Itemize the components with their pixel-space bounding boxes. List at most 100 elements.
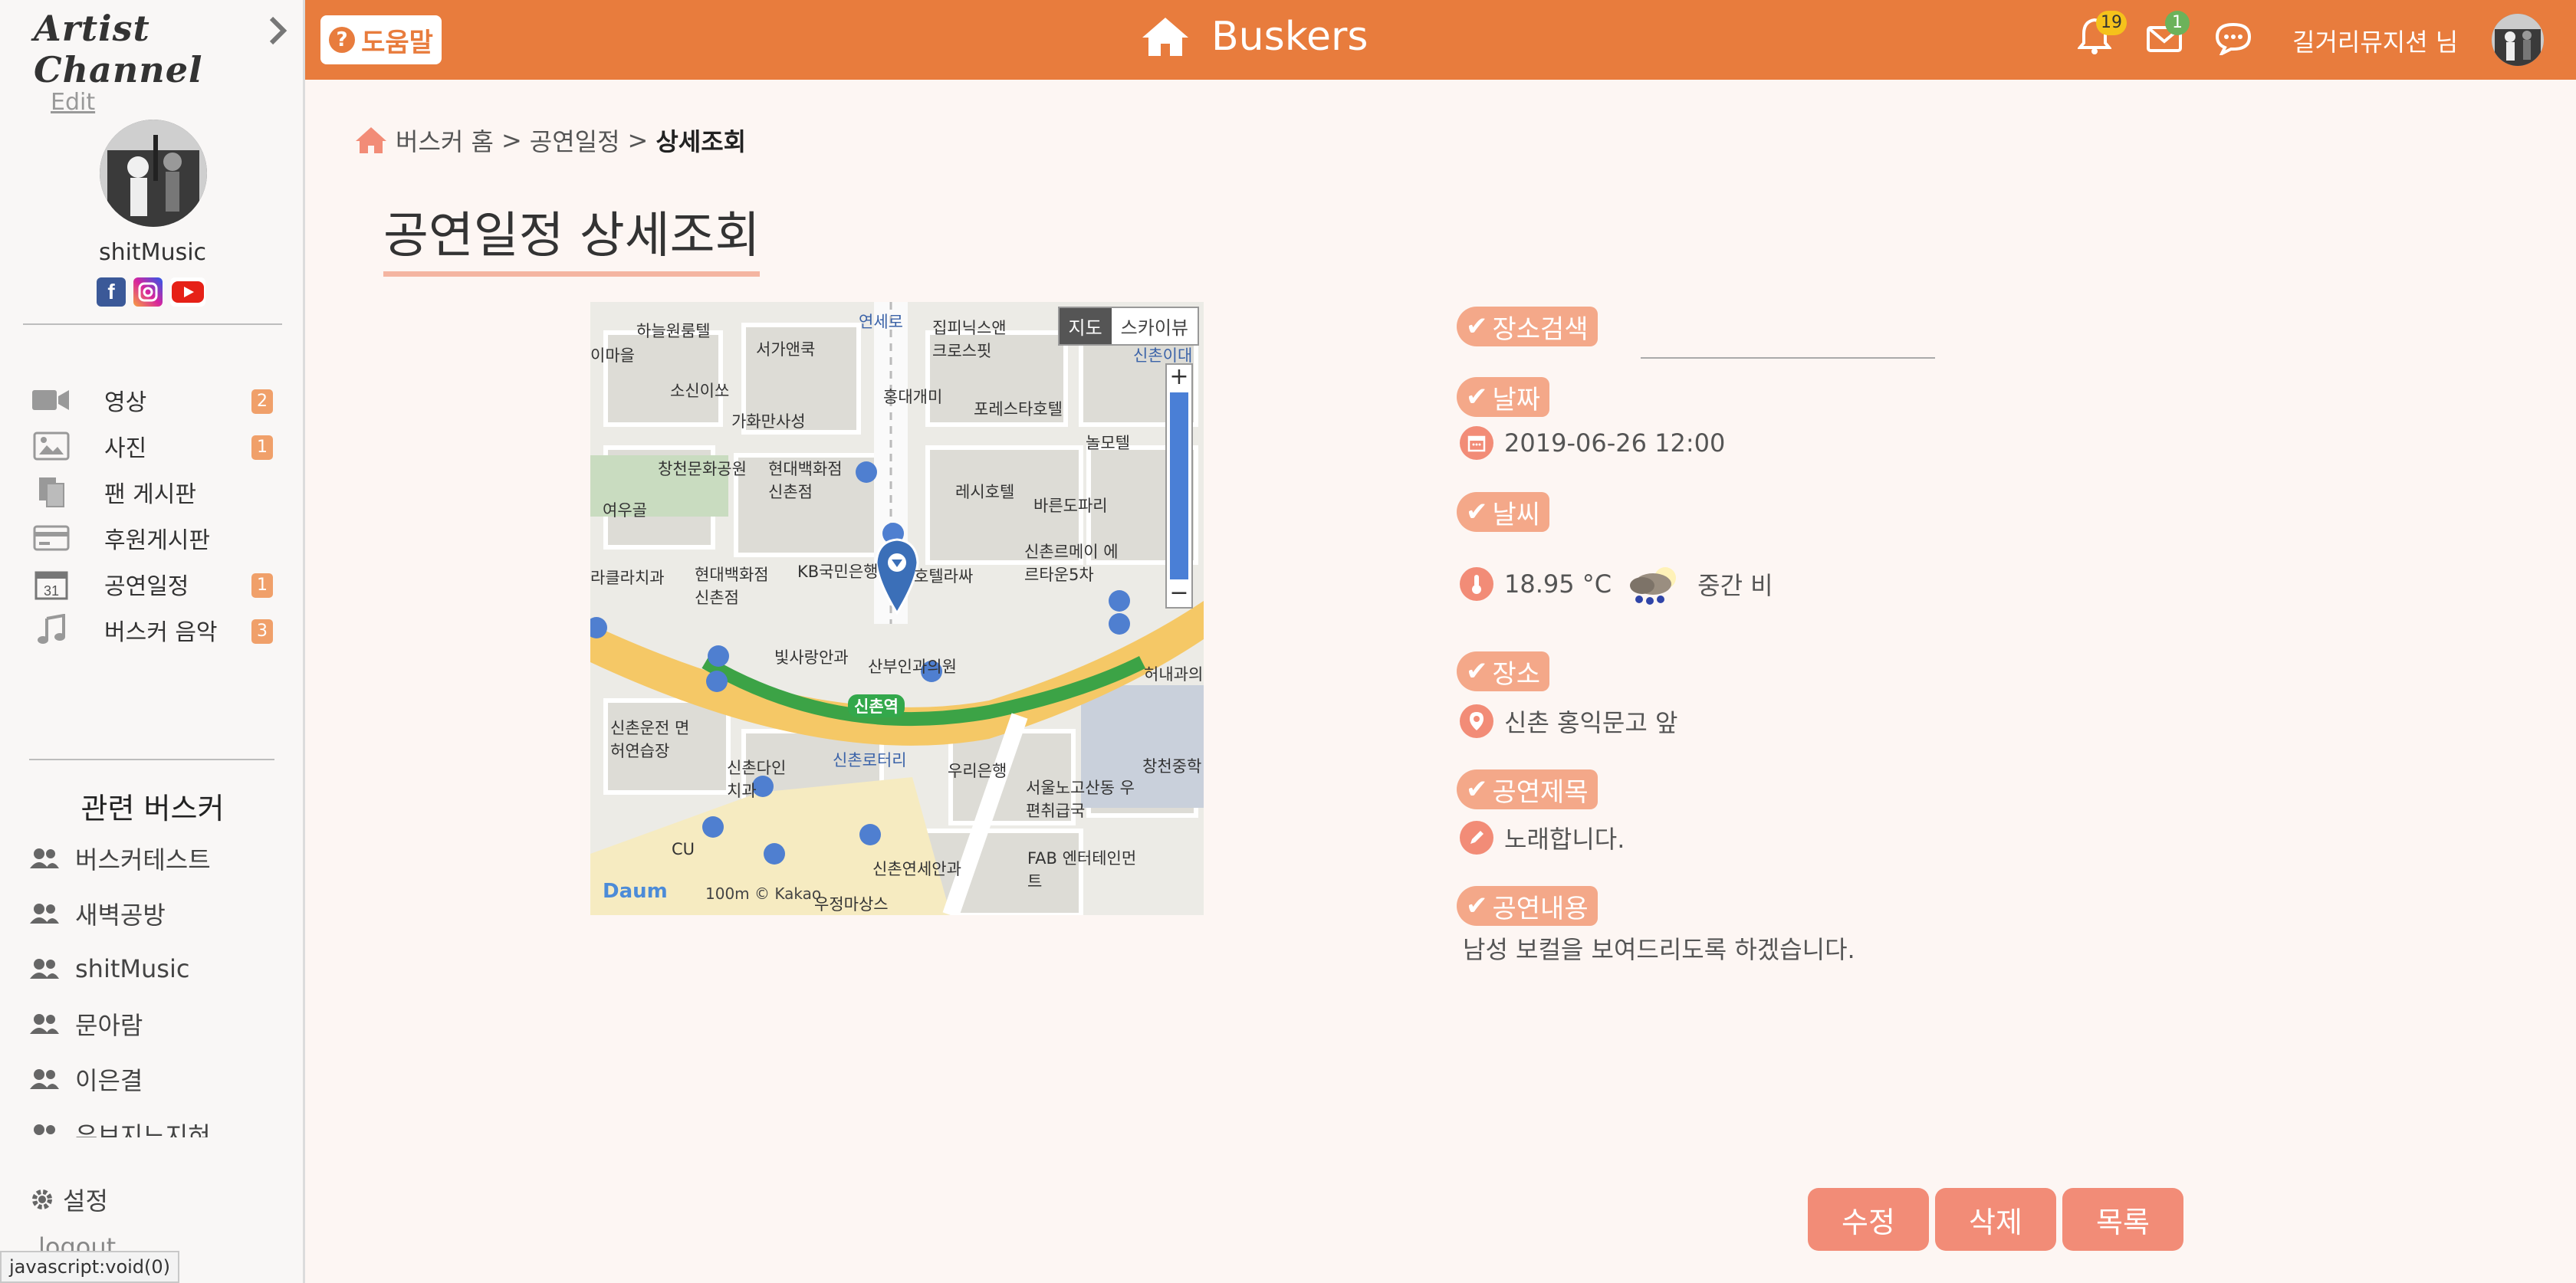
map-label: 하늘원룸텔 — [636, 322, 711, 340]
facebook-icon[interactable]: f — [97, 277, 126, 307]
performance-title-label: 공연제목 — [1492, 776, 1589, 808]
breadcrumb-section[interactable]: 공연일정 — [530, 123, 620, 158]
top-header: ? 도움말 Buskers 19 1 길거리뮤지션 님 — [305, 0, 2576, 80]
related-busker-item[interactable]: 버스커테스트 — [29, 831, 290, 886]
map-type-map[interactable]: 지도 — [1059, 308, 1112, 344]
place-search-tag: ✔ 장소검색 — [1457, 307, 1598, 346]
map-type-skyview[interactable]: 스카이뷰 — [1112, 308, 1198, 344]
video-icon — [32, 383, 71, 417]
delete-button[interactable]: 삭제 — [1935, 1188, 2056, 1251]
place-tag: ✔ 장소 — [1457, 651, 1550, 691]
photo-icon — [32, 429, 71, 463]
message-count-badge: 1 — [2165, 11, 2190, 35]
related-busker-name: 새벽공방 — [75, 901, 166, 930]
related-busker-name: 버스커테스트 — [75, 845, 211, 874]
sidebar-item-label: 사진 — [104, 435, 147, 462]
user-greeting[interactable]: 길거리뮤지션 님 — [2292, 23, 2458, 58]
performance-title-row: 노래합니다. — [1460, 820, 1625, 855]
map-label: 라클라치과 — [590, 569, 665, 587]
home-icon[interactable] — [354, 126, 388, 155]
sidebar-item-photo[interactable]: 사진 1 — [0, 423, 305, 469]
sidebar-item-video[interactable]: 영상 2 — [0, 377, 305, 423]
notifications-button[interactable]: 19 — [2076, 11, 2127, 60]
settings-link[interactable]: 설정 — [31, 1182, 108, 1217]
check-icon: ✔ — [1466, 382, 1488, 412]
sidebar-item-busker-music[interactable]: 버스커 음악 3 — [0, 607, 305, 653]
gear-icon — [32, 1189, 52, 1209]
place-search-input[interactable] — [1641, 349, 1935, 359]
sidebar-item-label: 후원게시판 — [104, 527, 210, 554]
place-value: 신촌 홍익문고 앞 — [1504, 708, 1678, 737]
user-avatar[interactable] — [2492, 14, 2544, 66]
credit-card-icon — [32, 521, 71, 555]
social-links: f — [97, 277, 205, 307]
breadcrumb-home[interactable]: 버스커 홈 — [396, 123, 494, 158]
zoom-slider[interactable] — [1170, 392, 1188, 579]
page-title: 공연일정 상세조회 — [383, 196, 761, 277]
users-icon — [30, 1014, 59, 1034]
map-label: 포레스타호텔 — [974, 400, 1063, 418]
map-label: 신촌로터리 — [833, 751, 907, 769]
chevron-right-icon[interactable] — [267, 15, 288, 46]
location-map[interactable]: 하늘원룸텔 서가앤쿡 연세로 집피닉스앤 크로스핏 신촌이대 이마을 소신이쏘 … — [590, 302, 1204, 915]
home-icon — [1142, 18, 1188, 56]
instagram-icon[interactable] — [133, 277, 163, 307]
chat-bubble-icon — [2215, 22, 2252, 57]
zoom-in-button[interactable]: + — [1167, 365, 1191, 391]
sidebar-menu: 영상 2 사진 1 팬 게시판 후원게시판 31 공연일정 1 버스커 음악 3 — [0, 377, 305, 653]
app-title: Buskers — [1211, 14, 1368, 60]
breadcrumb-current: 상세조회 — [656, 127, 747, 156]
edit-button[interactable]: 수정 — [1808, 1188, 1929, 1251]
check-icon: ✔ — [1466, 497, 1488, 527]
map-label: 현대백화점 신촌점 — [768, 460, 843, 501]
browser-status-bar: javascript:void(0) — [0, 1251, 180, 1283]
date-tag: ✔ 날짜 — [1457, 377, 1550, 417]
brand-logo[interactable]: Artist Channel — [34, 8, 303, 90]
thermometer-icon — [1460, 567, 1493, 601]
map-label: FAB 엔터테인먼트 — [1027, 849, 1137, 891]
chat-button[interactable] — [2215, 17, 2256, 60]
zoom-out-button[interactable]: − — [1167, 581, 1191, 607]
sidebar-item-label: 영상 — [104, 389, 147, 416]
notification-count-badge: 19 — [2096, 11, 2127, 35]
sidebar-item-fan-board[interactable]: 팬 게시판 — [0, 469, 305, 515]
map-label: 호텔라싸 — [914, 567, 974, 586]
youtube-icon[interactable] — [170, 277, 205, 307]
breadcrumb: 버스커 홈 > 공연일정 > 상세조회 — [354, 123, 746, 158]
clipboard-icon — [32, 475, 71, 509]
map-station-label: 신촌역 — [848, 694, 905, 717]
edit-profile-link[interactable]: Edit — [51, 89, 95, 116]
rain-cloud-icon — [1630, 567, 1677, 605]
related-busker-item[interactable]: shitMusic — [29, 941, 290, 996]
place-field: ✔ 장소 — [1457, 651, 1550, 691]
messages-button[interactable]: 1 — [2147, 11, 2190, 60]
weather-label: 날씨 — [1492, 499, 1541, 530]
list-button[interactable]: 목록 — [2062, 1188, 2183, 1251]
performance-title-tag: ✔ 공연제목 — [1457, 769, 1598, 809]
check-icon: ✔ — [1466, 656, 1488, 687]
performance-content-tag: ✔ 공연내용 — [1457, 886, 1598, 926]
related-buskers-list: 버스커테스트 새벽공방 shitMusic 문아람 이은결 유브지느지혀 — [29, 831, 290, 1137]
related-busker-item[interactable]: 새벽공방 — [29, 886, 290, 941]
map-label: 창천문화공원 — [658, 460, 747, 478]
performance-content-field: ✔ 공연내용 — [1457, 886, 1598, 926]
date-label: 날짜 — [1492, 384, 1541, 415]
related-buskers-title: 관련 버스커 — [80, 792, 225, 825]
sidebar: Artist Channel Edit shitMusic f 영상 2 사진 … — [0, 0, 305, 1283]
related-busker-item[interactable]: 문아람 — [29, 996, 290, 1052]
help-label: 도움말 — [361, 27, 433, 58]
map-label: 신촌다인 치과 — [727, 759, 787, 800]
related-busker-item[interactable]: 유브지느지혀 — [29, 1107, 290, 1137]
users-icon — [34, 1124, 55, 1135]
map-zoom-control: + − — [1165, 363, 1193, 609]
sidebar-item-schedule[interactable]: 31 공연일정 1 — [0, 561, 305, 607]
sidebar-item-sponsor-board[interactable]: 후원게시판 — [0, 515, 305, 561]
map-label: 놀모텔 — [1086, 434, 1130, 452]
map-label: 신촌운전 면허연습장 — [610, 719, 690, 760]
related-busker-item[interactable]: 이은결 — [29, 1052, 290, 1107]
divider — [23, 323, 282, 325]
help-button[interactable]: ? 도움말 — [320, 15, 442, 64]
map-label: KB국민은행 — [797, 563, 879, 581]
app-home-link[interactable]: Buskers — [1141, 14, 1368, 60]
profile-name: shitMusic — [98, 239, 207, 266]
